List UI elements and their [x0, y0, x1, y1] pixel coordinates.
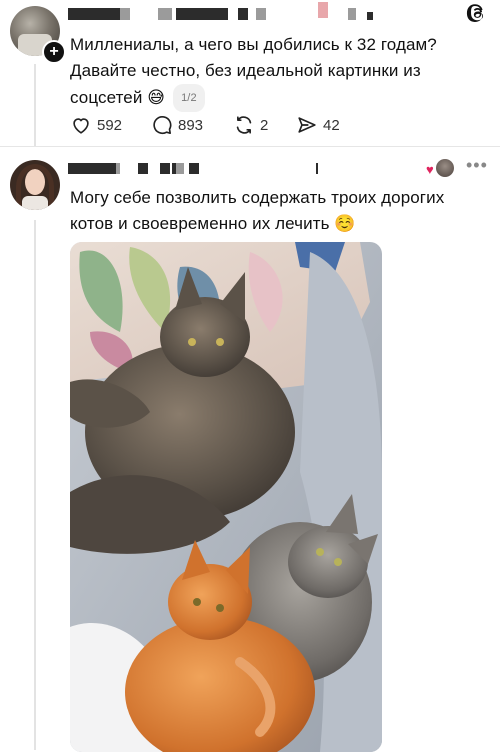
post-line: Могу себе позволить содержать троих доро…	[70, 188, 445, 207]
more-dots-icon: •••	[466, 155, 488, 175]
comment-count: 893	[178, 116, 204, 134]
post-line: котов и своевременно их лечить ☺️	[70, 214, 356, 233]
divider	[0, 146, 500, 147]
plus-icon: +	[49, 43, 59, 60]
comment-button[interactable]: 893	[151, 114, 203, 136]
follow-button[interactable]: +	[42, 40, 66, 64]
heart-badge-icon: ♥	[426, 162, 434, 177]
repost-icon	[233, 114, 255, 136]
post-image[interactable]	[70, 242, 382, 752]
post-text: Миллениалы, а чего вы добились к 32 года…	[70, 32, 490, 112]
thread-connector	[34, 64, 36, 146]
reply-text: Могу себе позволить содержать троих доро…	[70, 185, 490, 237]
share-icon	[296, 114, 318, 136]
share-count: 42	[323, 116, 340, 134]
cats-photo-illustration	[70, 242, 382, 752]
comment-bubble-icon	[151, 114, 173, 136]
thread-connector	[34, 220, 36, 750]
liked-by-author-indicator: ♥	[426, 159, 456, 179]
more-options-button[interactable]: •••	[466, 155, 488, 175]
post-line: Давайте честно, без идеальной картинки и…	[70, 61, 421, 80]
creator-avatar	[436, 159, 454, 177]
grinning-sweat-emoji: 😅	[147, 88, 166, 107]
smiling-emoji: ☺️	[334, 214, 356, 233]
reply-author-avatar[interactable]	[10, 160, 60, 210]
repost-button[interactable]: 2	[233, 114, 268, 136]
post-line: Миллениалы, а чего вы добились к 32 года…	[70, 35, 437, 54]
post-line: соцсетей 😅 1/2	[70, 84, 490, 112]
repost-count: 2	[260, 116, 269, 134]
like-count: 592	[97, 116, 123, 134]
threads-logo-icon[interactable]	[466, 2, 488, 24]
heart-icon	[70, 114, 92, 136]
like-button[interactable]: 592	[70, 114, 122, 136]
share-button[interactable]: 42	[296, 114, 340, 136]
page-counter: 1/2	[173, 84, 205, 112]
